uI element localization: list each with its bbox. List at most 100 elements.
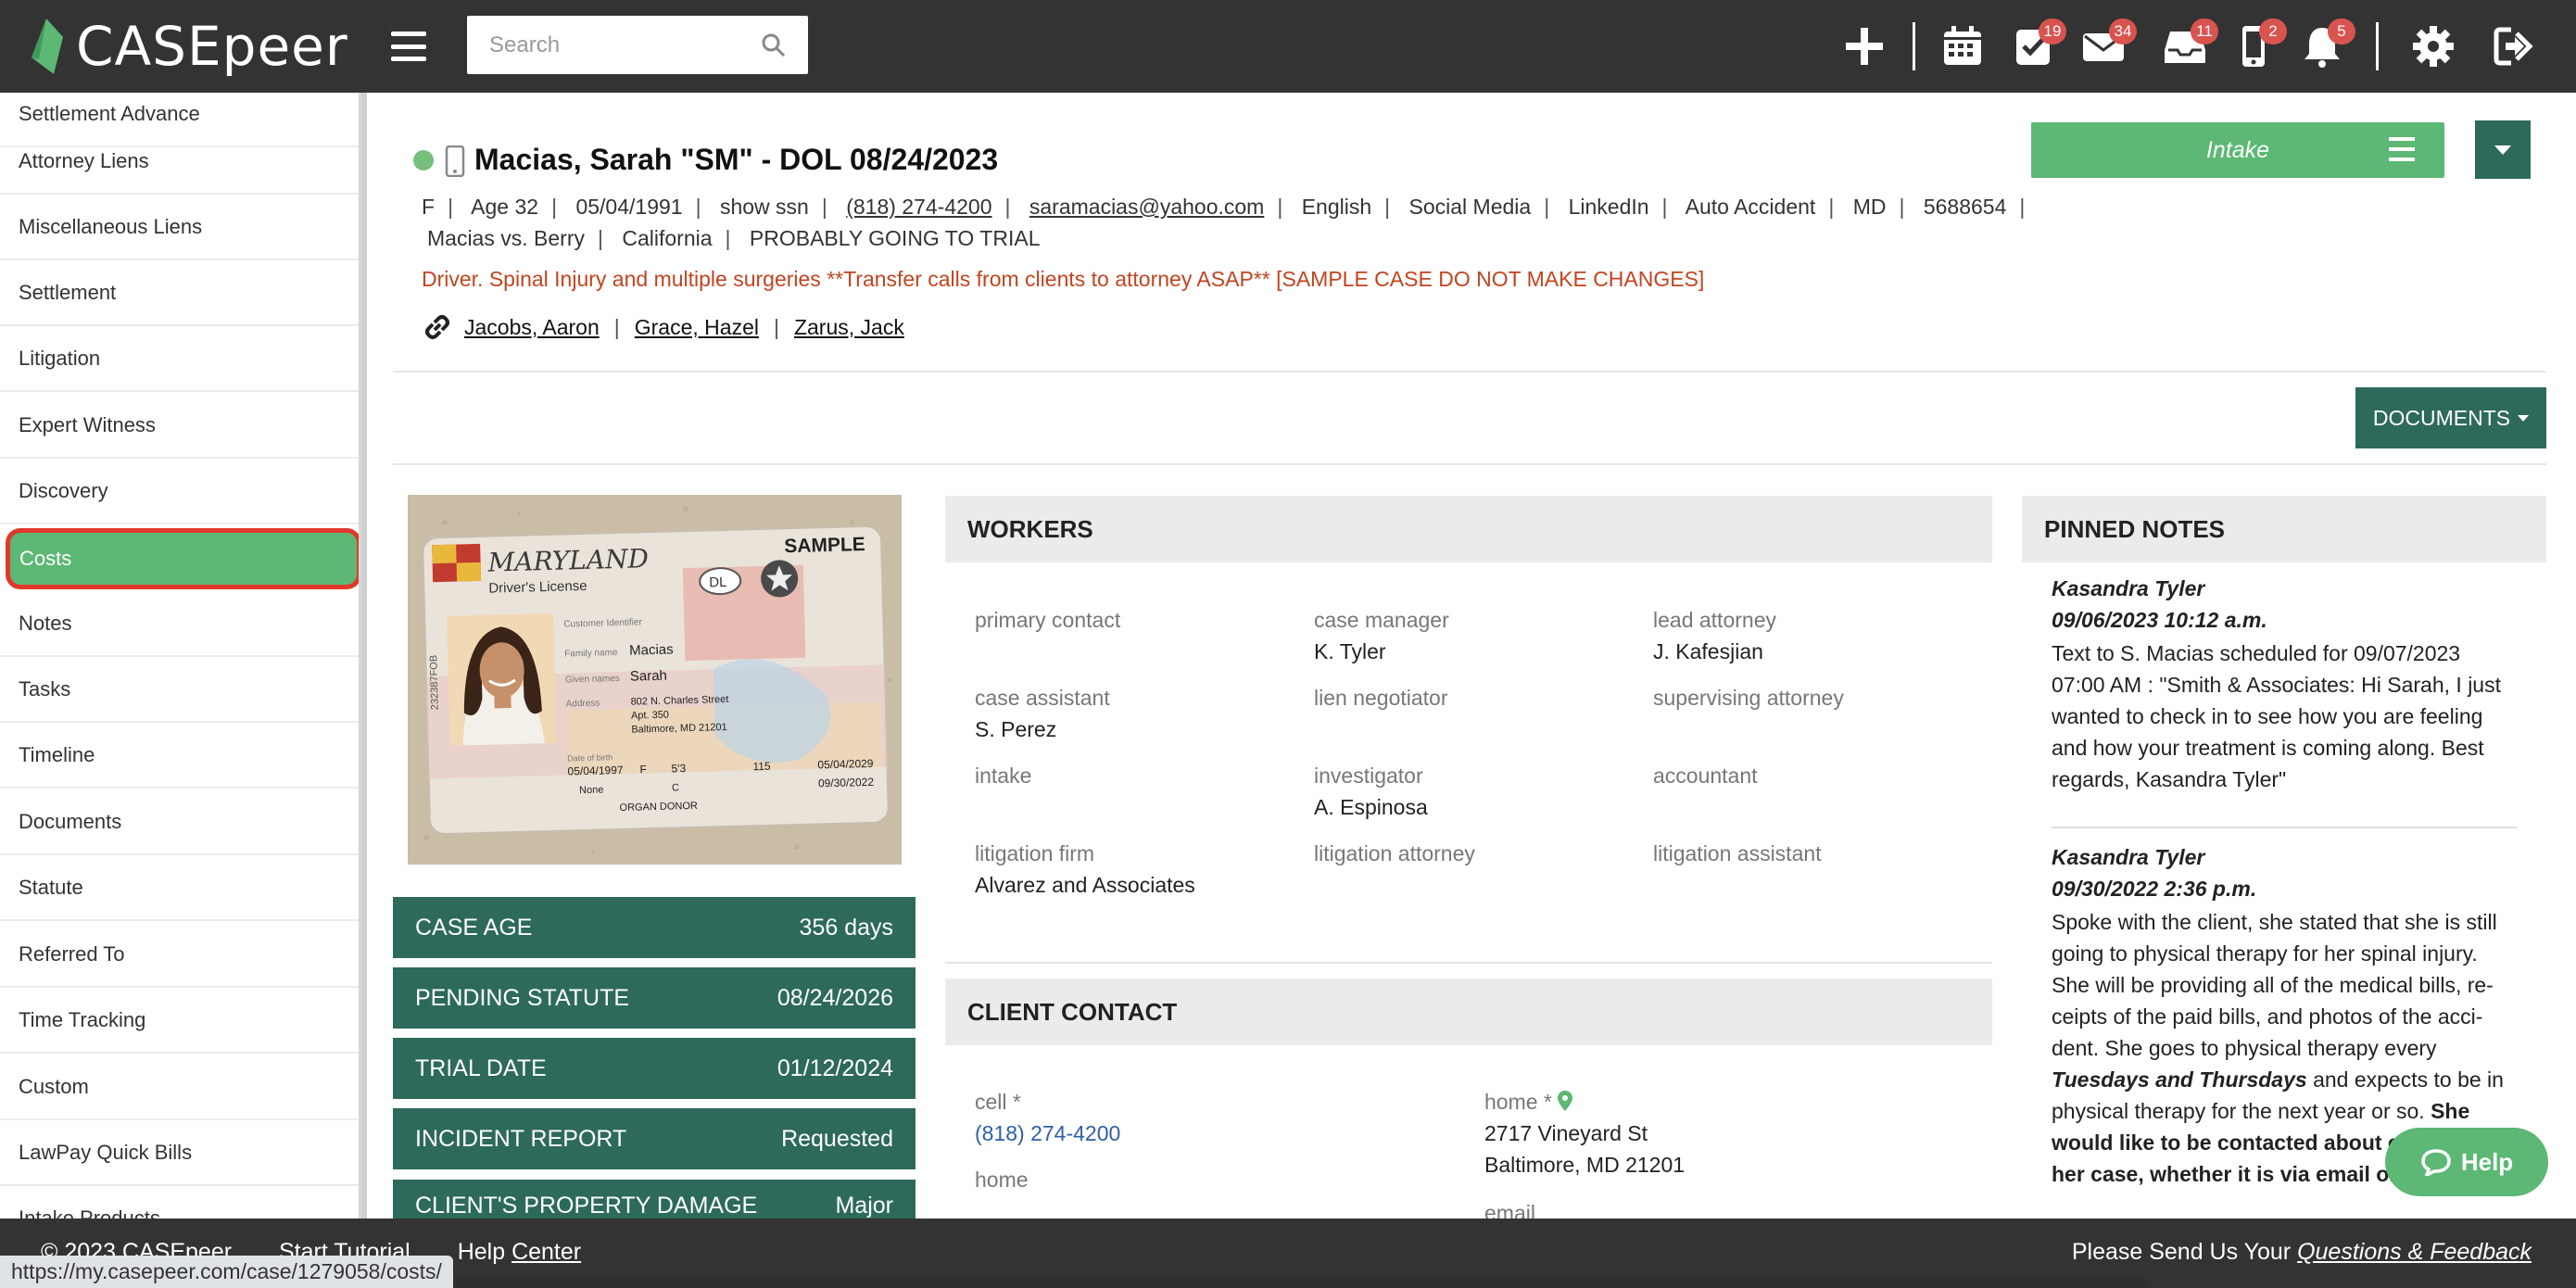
gender: F (422, 195, 436, 219)
feedback-prefix: Please Send Us Your (2071, 1239, 2298, 1265)
note-line: going to physical therapy for her spinal… (2052, 941, 2478, 966)
status-indicator (413, 150, 434, 170)
note-line: Tuesdays and Thursdays and expects to be… (2052, 1064, 2515, 1095)
client-email-link[interactable]: saramacias@yahoo.com (1029, 195, 1264, 219)
note-emphasis: Tuesdays and Thursdays (2052, 1067, 2307, 1092)
linked-cases: Jacobs, Aaron | Grace, Hazel | Zarus, Ja… (422, 311, 919, 343)
note-text: and expects to be in (2306, 1067, 2504, 1092)
home-address-line2: Baltimore, MD 21201 (1484, 1153, 1686, 1177)
note-timestamp: 09/30/2022 2:36 p.m. (2052, 877, 2257, 901)
referral-source: Social Media (1408, 195, 1532, 219)
sidebar-item-custom[interactable]: Custom (0, 1054, 359, 1120)
notifications-button[interactable]: 5 (2296, 19, 2355, 74)
messages-button[interactable]: 34 (2077, 19, 2137, 74)
home-phone-label: home (975, 1168, 1029, 1192)
sidebar-item-attorney-liens[interactable]: Attorney Liens (0, 129, 359, 195)
intake-dropdown-toggle[interactable] (2475, 120, 2531, 179)
casepeer-logo[interactable]: CASEpeer (26, 9, 348, 83)
sidebar-item-time-tracking[interactable]: Time Tracking (0, 988, 359, 1054)
note-line: and how your treatment is coming along. … (2052, 736, 2484, 760)
settings-button[interactable] (2407, 19, 2459, 74)
stat-value: Requested (781, 1125, 893, 1152)
sidebar-item-documents[interactable]: Documents (0, 789, 359, 855)
add-new-button[interactable] (1838, 19, 1890, 74)
search-icon[interactable] (760, 32, 788, 59)
logout-button[interactable] (2489, 19, 2541, 74)
note-line: Spoke with the client, she stated that s… (2052, 910, 2497, 934)
note-line: ceipts of the paid bills, and photos of … (2052, 1004, 2483, 1029)
cell-phone-link[interactable]: (818) 274-4200 (975, 1121, 1120, 1146)
sidebar-item-settlement[interactable]: Settlement (0, 260, 359, 326)
client-photo-id[interactable]: MARYLAND Driver's License SAMPLE DL 2323… (408, 495, 902, 865)
sidebar-item-statute[interactable]: Statute (0, 855, 359, 921)
intake-label: Intake (2205, 136, 2270, 163)
sidebar-item-costs[interactable]: Costs (6, 528, 359, 589)
sidebar-scrollbar[interactable] (361, 93, 367, 1219)
venue: California (622, 226, 713, 250)
home-label-text: home * (1484, 1090, 1552, 1114)
sidebar-item-notes[interactable]: Notes (0, 591, 359, 657)
linked-case-link[interactable]: Jacobs, Aaron (464, 315, 600, 340)
sidebar-item-discovery[interactable]: Discovery (0, 459, 359, 524)
sidebar-item-lawpay-quick-bills[interactable]: LawPay Quick Bills (0, 1120, 359, 1186)
case-manager-label: case manager (1314, 608, 1449, 632)
cell-label: cell * (975, 1090, 1021, 1114)
note-body: Text to S. Macias scheduled for 09/07/20… (2052, 638, 2515, 795)
note-bold-text: her case, whether it is via email or (2052, 1162, 2398, 1186)
sidebar-item-miscellaneous-liens[interactable]: Miscellaneous Liens (0, 195, 359, 260)
age: Age 32 (471, 195, 539, 219)
note-divider (2052, 827, 2517, 828)
sidebar-item-timeline[interactable]: Timeline (0, 723, 359, 789)
main-menu-button[interactable] (391, 28, 426, 65)
sidebar-item-tasks[interactable]: Tasks (0, 657, 359, 723)
license-sex: F (639, 763, 647, 776)
gear-icon (2413, 26, 2454, 67)
sidebar-item-expert-witness[interactable]: Expert Witness (0, 393, 359, 459)
sidebar-item-intake-products[interactable]: Intake Products (0, 1186, 359, 1219)
texts-button[interactable]: 2 (2228, 19, 2287, 74)
map-pin-icon[interactable] (1557, 1091, 1572, 1111)
client-phone-link[interactable]: (818) 274-4200 (846, 195, 991, 219)
help-chat-button[interactable]: Help (2385, 1128, 2548, 1196)
feedback-link[interactable]: Questions & Feedback (2297, 1239, 2532, 1265)
help-center-link[interactable]: Center (511, 1239, 581, 1265)
mobile-phone-icon (445, 145, 465, 177)
intake-status-button[interactable]: Intake (2031, 122, 2444, 178)
note-bold-text: She (2431, 1099, 2470, 1123)
lead-attorney-label: lead attorney (1653, 608, 1776, 632)
svg-text:Customer Identifier: Customer Identifier (563, 617, 642, 629)
case-description: Driver. Spinal Injury and multiple surge… (422, 267, 1705, 291)
accountant-label: accountant (1653, 764, 1758, 788)
inbox-button[interactable]: 11 (2159, 19, 2218, 74)
stat-value: 01/12/2024 (777, 1054, 893, 1081)
linked-case-link[interactable]: Grace, Hazel (635, 315, 759, 340)
license-type-text: Driver's License (488, 578, 587, 597)
note-timestamp: 09/06/2023 10:12 a.m. (2052, 608, 2267, 632)
supervising-attorney-label: supervising attorney (1653, 686, 1844, 710)
show-ssn-link[interactable]: show ssn (720, 195, 809, 219)
sidebar-item-referred-to[interactable]: Referred To (0, 922, 359, 988)
divider (945, 962, 1992, 964)
litigation-firm-value: Alvarez and Associates (975, 873, 1195, 897)
stat-label: CASE AGE (415, 914, 533, 941)
sidebar-item-litigation[interactable]: Litigation (0, 326, 359, 392)
note-text: physical therapy for the next year or so… (2052, 1099, 2431, 1123)
stat-label: TRIAL DATE (415, 1054, 547, 1081)
documents-dropdown-button[interactable]: DOCUMENTS (2355, 387, 2546, 448)
calendar-button[interactable] (1937, 19, 1989, 74)
tasks-button[interactable]: 19 (2007, 19, 2066, 74)
list-icon[interactable] (2389, 137, 2415, 161)
lien-negotiator-label: lien negotiator (1314, 686, 1448, 710)
stat-case-age: CASE AGE 356 days (393, 897, 915, 958)
caret-down-icon (2494, 145, 2511, 155)
intake-label: intake (975, 764, 1032, 788)
search-input[interactable] (467, 16, 808, 74)
stat-label: PENDING STATUTE (415, 984, 630, 1011)
linked-case-link[interactable]: Zarus, Jack (794, 315, 904, 340)
state-code: MD (1852, 195, 1887, 219)
referral-detail: LinkedIn (1568, 195, 1649, 219)
case-outlook: PROBABLY GOING TO TRIAL (749, 226, 1041, 250)
note-line: physical therapy for the next year or so… (2052, 1095, 2515, 1127)
home-address-label: home * (1484, 1090, 1572, 1115)
case-assistant-value: S. Perez (975, 717, 1057, 741)
